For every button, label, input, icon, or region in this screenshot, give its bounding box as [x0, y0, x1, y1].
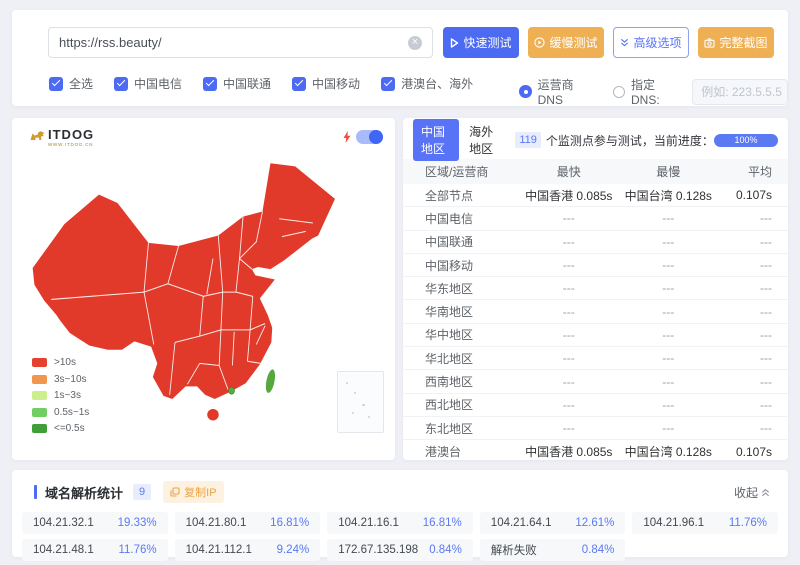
checkbox-china-mobile[interactable]: 中国移动 [292, 75, 360, 92]
dns-option-group: 运营商DNS 指定DNS: 例如: 223.5.5.5 [519, 76, 788, 107]
checkbox-china-unicom[interactable]: 中国联通 [203, 75, 271, 92]
south-china-sea-inset [337, 371, 384, 433]
tab-china-region[interactable]: 中国地区 [413, 119, 459, 161]
legend-swatch [32, 375, 47, 384]
table-row: 中国移动--------- [403, 254, 788, 277]
legend-item: 3s~10s [32, 374, 89, 385]
play-circle-icon [534, 37, 545, 48]
ip-stat-tile: 解析失败0.84% [480, 539, 626, 561]
double-chevron-down-icon [620, 38, 629, 47]
action-buttons: 快速测试 缓慢测试 高级选项 完整截图 [443, 27, 774, 58]
double-chevron-up-icon [761, 488, 770, 497]
logo-subtitle: WWW.ITDOG.CN [48, 143, 94, 148]
radio-custom-dns[interactable] [613, 86, 625, 98]
copy-icon [170, 487, 180, 497]
legend-swatch [32, 391, 47, 400]
ip-stat-tile: 104.21.112.19.24% [175, 539, 321, 561]
checkbox-select-all[interactable]: 全选 [49, 75, 93, 92]
clear-input-icon[interactable] [408, 36, 422, 50]
progress-label: 个监测点参与测试，当前进度： [546, 132, 714, 149]
hongkong-marker[interactable] [229, 387, 235, 394]
slow-test-button[interactable]: 缓慢测试 [528, 27, 604, 58]
table-row: 东北地区--------- [403, 417, 788, 440]
url-value[interactable]: https://rss.beauty/ [59, 35, 408, 50]
dog-icon [29, 128, 45, 143]
table-row: 中国电信--------- [403, 207, 788, 230]
isp-checkbox-group: 全选 中国电信 中国联通 中国移动 港澳台、海外 [49, 75, 473, 92]
table-row: 华中地区--------- [403, 324, 788, 347]
url-input[interactable]: https://rss.beauty/ [48, 27, 433, 58]
legend-item: >10s [32, 357, 89, 368]
table-row: 全部节点中国香港 0.085s中国台湾 0.128s0.107s [403, 184, 788, 207]
results-header: 中国地区 海外地区 119 个监测点参与测试，当前进度： 100% [413, 128, 778, 152]
table-row: 港澳台中国香港 0.085s中国台湾 0.128s0.107s [403, 440, 788, 463]
ip-stat-tile: 104.21.32.119.33% [22, 512, 168, 534]
logo-title: ITDOG [48, 128, 94, 141]
checkbox-checked-icon [292, 77, 306, 91]
legend-item: <=0.5s [32, 423, 89, 434]
china-map-panel: ITDOG WWW.ITDOG.CN >10s [12, 118, 395, 460]
checkbox-checked-icon [49, 77, 63, 91]
table-row: 中国联通--------- [403, 231, 788, 254]
dns-resolution-panel: 域名解析统计 9 复制IP 收起 104.21.32.119.33% 104.2… [12, 470, 788, 557]
results-table-body: 全部节点中国香港 0.085s中国台湾 0.128s0.107s 中国电信---… [403, 184, 788, 464]
table-row: 华东地区--------- [403, 277, 788, 300]
checkbox-checked-icon [381, 77, 395, 91]
results-table-header: 区域/运营商 最快 最慢 平均 [403, 159, 788, 184]
table-row: 华北地区--------- [403, 347, 788, 370]
tab-overseas-region[interactable]: 海外地区 [461, 119, 507, 161]
dns-panel-title: 域名解析统计 [45, 483, 123, 502]
legend-swatch [32, 358, 47, 367]
custom-dns-input[interactable]: 例如: 223.5.5.5 [692, 79, 788, 105]
carrier-dns-label[interactable]: 运营商DNS [538, 76, 598, 107]
table-row: 西北地区--------- [403, 394, 788, 417]
progress-bar: 100% [714, 134, 778, 147]
play-icon [450, 38, 459, 48]
advanced-options-button[interactable]: 高级选项 [613, 27, 689, 58]
full-screenshot-button[interactable]: 完整截图 [698, 27, 774, 58]
table-row: 华南地区--------- [403, 300, 788, 323]
radio-carrier-dns-selected[interactable] [519, 85, 532, 98]
test-results-panel: 中国地区 海外地区 119 个监测点参与测试，当前进度： 100% 区域/运营商… [403, 118, 788, 460]
legend-swatch [32, 424, 47, 433]
ip-stat-tile: 172.67.135.1980.84% [327, 539, 473, 561]
itdog-logo: ITDOG WWW.ITDOG.CN [29, 128, 94, 148]
ip-stat-tiles: 104.21.32.119.33% 104.21.80.116.81% 104.… [12, 503, 788, 561]
ip-stat-tile: 104.21.96.111.76% [632, 512, 778, 534]
taiwan-island[interactable] [264, 368, 277, 394]
ip-count-badge: 9 [133, 484, 151, 500]
table-row: 西南地区--------- [403, 370, 788, 393]
lightning-icon [343, 131, 351, 143]
screenshot-icon [704, 38, 715, 48]
fast-mode-toggle[interactable] [356, 130, 383, 144]
custom-dns-label[interactable]: 指定DNS: [631, 76, 682, 107]
map-controls [343, 130, 383, 144]
ip-stat-tile: 104.21.64.112.61% [480, 512, 626, 534]
test-control-panel: https://rss.beauty/ 快速测试 缓慢测试 高级选项 完整截图 … [12, 10, 788, 106]
collapse-toggle[interactable]: 收起 [734, 484, 770, 501]
ip-stat-tile: 104.21.48.111.76% [22, 539, 168, 561]
title-accent-bar [34, 485, 37, 499]
checkbox-checked-icon [114, 77, 128, 91]
checkbox-china-telecom[interactable]: 中国电信 [114, 75, 182, 92]
ip-stat-tile: 104.21.16.116.81% [327, 512, 473, 534]
dns-panel-header: 域名解析统计 9 复制IP 收起 [12, 470, 788, 503]
checkbox-hmt-overseas[interactable]: 港澳台、海外 [381, 75, 473, 92]
checkbox-checked-icon [203, 77, 217, 91]
ip-stat-tile: 104.21.80.116.81% [175, 512, 321, 534]
quick-test-button[interactable]: 快速测试 [443, 27, 519, 58]
copy-ip-button[interactable]: 复制IP [163, 481, 223, 503]
legend-item: 1s~3s [32, 390, 89, 401]
legend-item: 0.5s~1s [32, 407, 89, 418]
node-count-badge: 119 [515, 132, 541, 148]
hainan-island[interactable] [207, 409, 218, 421]
map-legend: >10s 3s~10s 1s~3s 0.5s~1s <=0.5s [32, 357, 89, 434]
legend-swatch [32, 408, 47, 417]
